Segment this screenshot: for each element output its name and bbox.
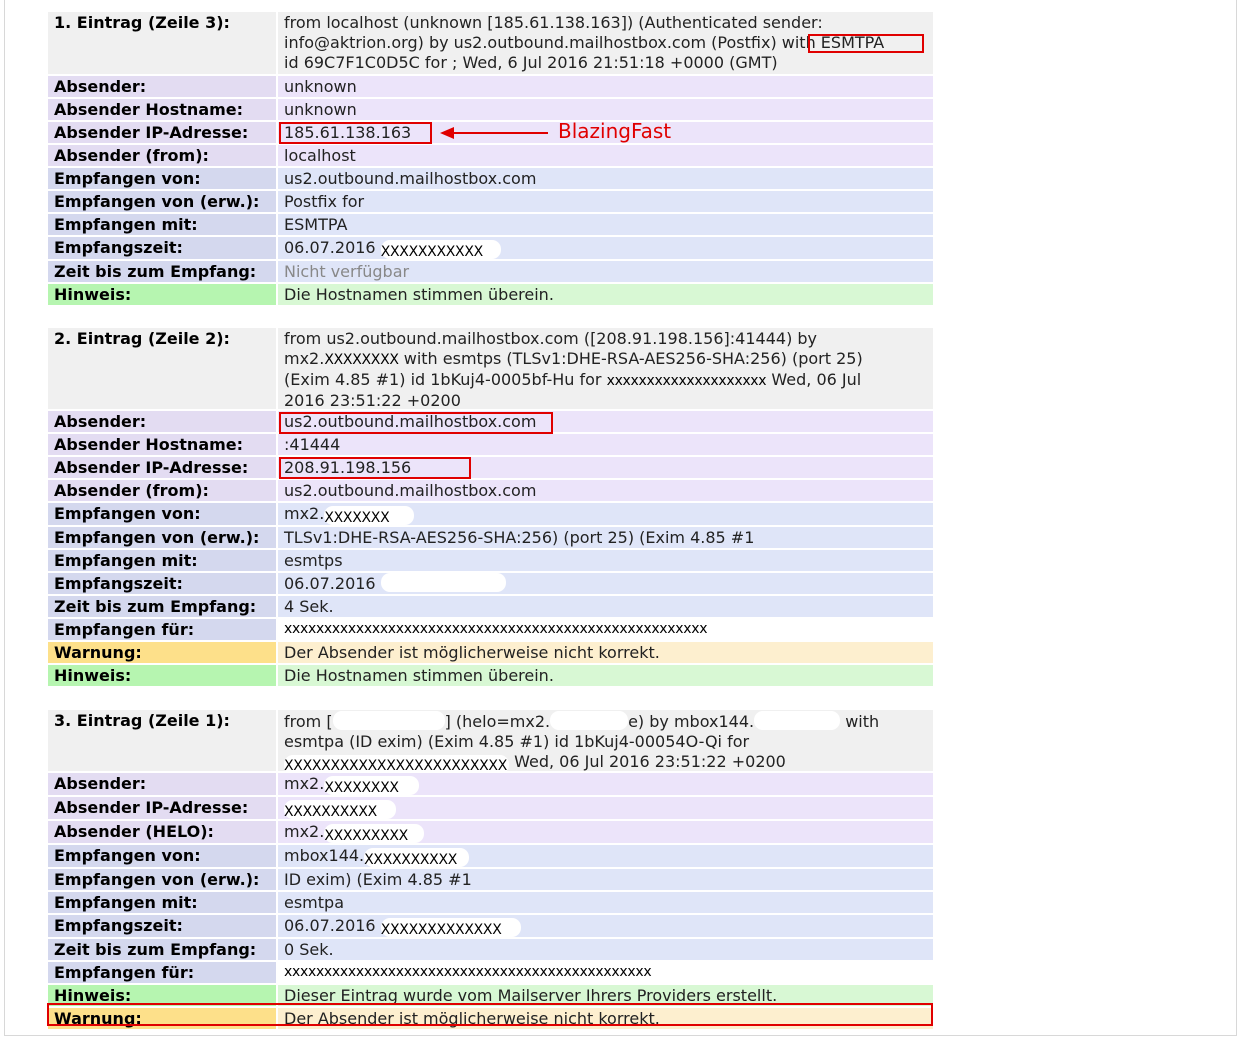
entry-2: 2. Eintrag (Zeile 2): from us2.outbound.… — [48, 328, 933, 688]
highlight-ip-entry2 — [279, 457, 471, 479]
entry-title: 1. Eintrag (Zeile 3): — [48, 12, 276, 74]
redaction — [550, 711, 629, 730]
entry-header: 2. Eintrag (Zeile 2): from us2.outbound.… — [48, 328, 933, 410]
row-absender: Absender: unknown — [48, 76, 933, 97]
row-hinweis: Hinweis: Die Hostnamen stimmen überein. — [48, 284, 933, 305]
redaction: XXXXXXXXXX — [364, 848, 470, 868]
redaction: XXXXXXXXXXXXXXXXXXXXXXXX — [284, 755, 509, 774]
entry-title: 2. Eintrag (Zeile 2): — [48, 328, 276, 409]
row-empfangen-von: Empfangen von: mx2.XXXXXXX — [48, 503, 933, 526]
row-absender-hostname: Absender Hostname: unknown — [48, 99, 933, 120]
arrow-left-icon — [440, 127, 548, 139]
annotation-label: BlazingFast — [558, 119, 672, 143]
redaction — [332, 711, 445, 730]
row-empfangen-von-erw: Empfangen von (erw.): ID exim) (Exim 4.85… — [48, 869, 933, 890]
row-absender-ip: Absender IP-Adresse: XXXXXXXXXX — [48, 797, 933, 820]
row-absender-hostname: Absender Hostname::41444 — [48, 434, 933, 455]
redaction: XXXXXXXXX — [324, 824, 425, 844]
row-empfangen-mit: Empfangen mit: esmtpa — [48, 892, 933, 913]
row-zeit-bis-empfang: Zeit bis zum Empfang: 0 Sek. — [48, 939, 933, 960]
row-empfangen-fuer: Empfangen für: xxxxxxxxxxxxxxxxxxxxxxxxxx… — [48, 962, 933, 983]
row-empfangszeit: Empfangszeit: 06.07.2016 XXXXXXXXXXXXX — [48, 915, 933, 938]
row-empfangen-mit: Empfangen mit: ESMTPA — [48, 214, 933, 235]
row-empfangen-von: Empfangen von: us2.outbound.mailhostbox.c… — [48, 168, 933, 189]
row-absender-from: Absender (from): us2.outbound.mailhostbox… — [48, 480, 933, 501]
row-empfangen-fuer: Empfangen für: xxxxxxxxxxxxxxxxxxxxxxxxxx… — [48, 619, 933, 640]
row-empfangen-von-erw: Empfangen von (erw.): Postfix for — [48, 191, 933, 212]
row-absender: Absender: mx2.XXXXXXXX — [48, 773, 933, 796]
redaction: XXXXXXXXXXX — [380, 240, 501, 260]
entry-3: 3. Eintrag (Zeile 1): from [] (helo=mx2.… — [48, 710, 933, 1031]
redaction: XXXXXXXX — [324, 776, 420, 796]
redaction — [380, 573, 506, 592]
row-absender-helo: Absender (HELO): mx2.XXXXXXXXX — [48, 821, 933, 844]
row-empfangen-mit: Empfangen mit: esmtps — [48, 550, 933, 571]
row-empfangszeit: Empfangszeit: 06.07.2016 — [48, 573, 933, 594]
row-hinweis: Hinweis: Die Hostnamen stimmen überein. — [48, 665, 933, 686]
redaction: XXXXXXXXXX — [284, 800, 396, 820]
entry-header-text: from [] (helo=mx2. e) by mbox144. with es… — [278, 710, 933, 774]
redaction: XXXXXXX — [324, 506, 415, 526]
redaction: XXXXXXXXXXXXX — [380, 918, 521, 938]
row-warnung: Warnung: Der Absender ist möglicherweise … — [48, 642, 933, 663]
row-empfangszeit: Empfangszeit: 06.07.2016 XXXXXXXXXXX — [48, 237, 933, 260]
row-zeit-bis-empfang: Zeit bis zum Empfang: 4 Sek. — [48, 596, 933, 617]
highlight-with-esmtpa — [808, 34, 924, 53]
entry-header: 3. Eintrag (Zeile 1): from [] (helo=mx2.… — [48, 710, 933, 774]
redaction — [754, 711, 841, 730]
highlight-absender-entry2 — [279, 412, 553, 434]
highlight-warnung-entry3 — [47, 1003, 933, 1026]
row-absender-from: Absender (from): localhost — [48, 145, 933, 166]
row-zeit-bis-empfang: Zeit bis zum Empfang: Nicht verfügbar — [48, 261, 933, 282]
entry-header: 1. Eintrag (Zeile 3): from localhost (un… — [48, 12, 933, 74]
row-empfangen-von-erw: Empfangen von (erw.): TLSv1:DHE-RSA-AES25… — [48, 527, 933, 548]
highlight-ip-entry1 — [279, 122, 432, 144]
row-absender-ip: Absender IP-Adresse: 208.91.198.156 — [48, 457, 933, 478]
entry-1: 1. Eintrag (Zeile 3): from localhost (un… — [48, 12, 933, 307]
row-empfangen-von: Empfangen von: mbox144.XXXXXXXXXX — [48, 845, 933, 868]
entry-header-text: from us2.outbound.mailhostbox.com ([208.… — [278, 328, 933, 410]
entry-title: 3. Eintrag (Zeile 1): — [48, 710, 276, 771]
